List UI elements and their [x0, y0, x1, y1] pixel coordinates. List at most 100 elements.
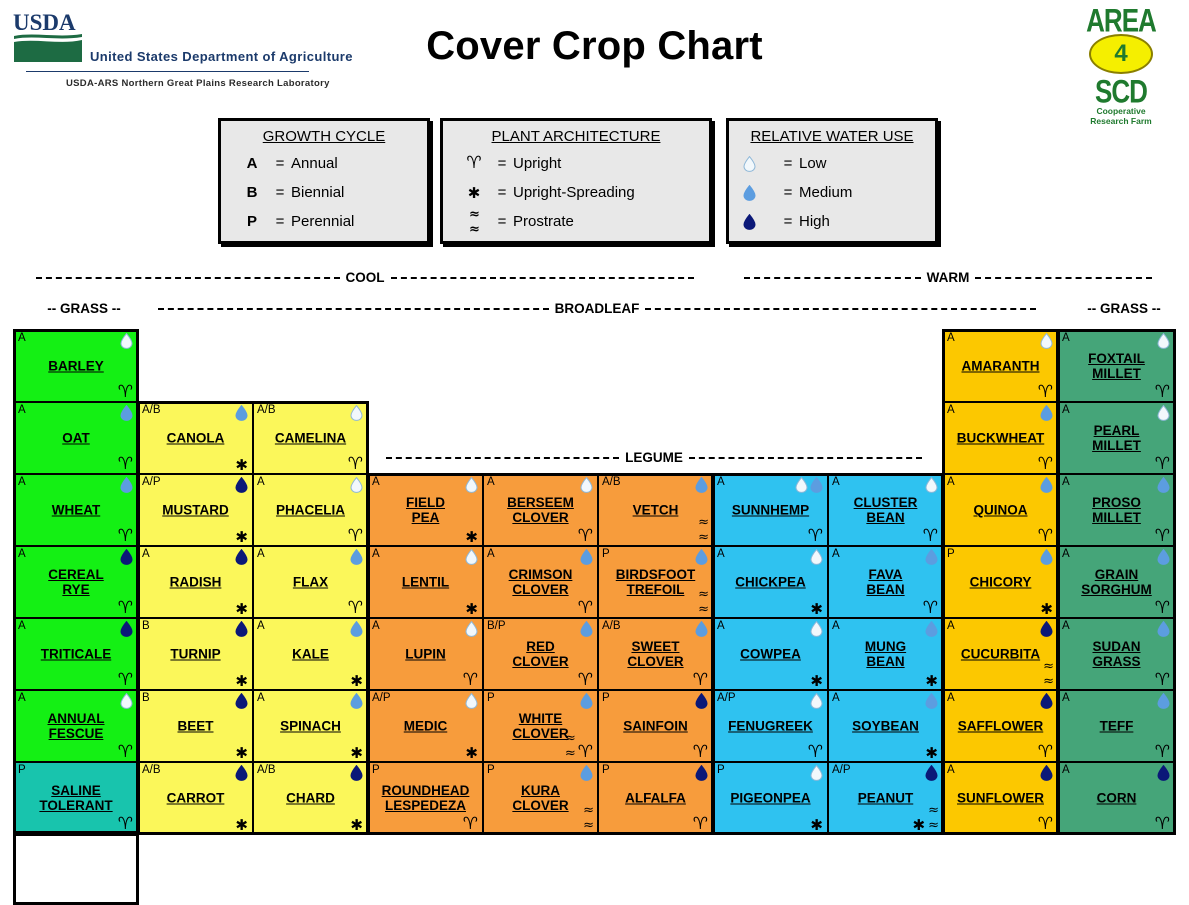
water-drop-medium-icon	[743, 184, 777, 201]
band-labels: COOL WARM -- GRASS -- BROADLEAF -- GRASS --	[0, 262, 1189, 324]
crop-cell[interactable]: A OAT ♈	[14, 402, 138, 474]
crop-name: AMARANTH	[961, 358, 1040, 374]
water-use-indicator	[120, 693, 133, 709]
crop-name: SALINE TOLERANT	[39, 783, 113, 813]
growth-cycle-label: A	[832, 692, 840, 704]
plant-architecture-indicator: ✱	[925, 745, 938, 761]
water-drop-medium-icon	[350, 549, 363, 565]
water-use-indicator	[1157, 477, 1170, 493]
crop-cell[interactable]: A CORN ♈	[1058, 762, 1175, 834]
usda-lab-name: USDA-ARS Northern Great Plains Research …	[66, 78, 330, 89]
crop-cell[interactable]: A ANNUAL FESCUE ♈	[14, 690, 138, 762]
crop-cell[interactable]: A/B CARROT ✱	[138, 762, 253, 834]
crop-name: FENUGREEK	[728, 718, 813, 734]
crop-cell[interactable]: B/P RED CLOVER ♈	[483, 618, 598, 690]
crop-cell[interactable]: A AMARANTH ♈	[943, 330, 1058, 402]
crop-cell[interactable]: P BIRDSFOOT TREFOIL ≈ ≈	[598, 546, 713, 618]
crop-cell[interactable]: A/B VETCH ≈ ≈	[598, 474, 713, 546]
crop-name: KURA CLOVER	[512, 783, 569, 813]
crop-cell[interactable]: P SALINE TOLERANT ♈	[14, 762, 138, 834]
crop-cell[interactable]: A CHICKPEA ✱	[713, 546, 828, 618]
growth-cycle-label: A/P	[832, 764, 851, 776]
water-use-indicator	[350, 693, 363, 709]
crop-cell[interactable]: A RADISH ✱	[138, 546, 253, 618]
plant-architecture-indicator: ♈	[118, 600, 133, 617]
crop-cell[interactable]: A COWPEA ✱	[713, 618, 828, 690]
plant-architecture-indicator: ♈	[1038, 384, 1053, 401]
crop-column-cool-legume-3: A/B VETCH ≈ ≈ P BIRDSFOOT TREFOIL ≈ ≈ A/B SWEET CLO…	[598, 474, 713, 834]
water-drop-low-icon	[810, 549, 823, 565]
upright-spreading-icon: ✱	[467, 183, 481, 202]
crop-name: SUNFLOWER	[957, 790, 1044, 806]
crop-cell[interactable]: A/P PEANUT ✱ ≈ ≈	[828, 762, 943, 834]
crop-cell[interactable]: B BEET ✱	[138, 690, 253, 762]
crop-cell[interactable]: A SUDAN GRASS ♈	[1058, 618, 1175, 690]
crop-cell[interactable]: A MUNG BEAN ✱	[828, 618, 943, 690]
crop-cell[interactable]: P ALFALFA ♈	[598, 762, 713, 834]
plant-architecture-indicator: ♈	[1038, 456, 1053, 473]
crop-cell[interactable]: A BERSEEM CLOVER ♈	[483, 474, 598, 546]
crop-cell[interactable]: A LENTIL ✱	[368, 546, 483, 618]
upright-icon: ♈	[1154, 814, 1170, 834]
crop-cell[interactable]: A LUPIN ♈	[368, 618, 483, 690]
crop-cell[interactable]: A SUNFLOWER ♈	[943, 762, 1058, 834]
crop-cell[interactable]: P PIGEONPEA ✱	[713, 762, 828, 834]
crop-cell[interactable]: A/B CAMELINA ♈	[253, 402, 368, 474]
crop-cell[interactable]: A GRAIN SORGHUM ♈	[1058, 546, 1175, 618]
band-type-2: -- GRASS --	[1068, 293, 1180, 324]
upright-spreading-icon: ✱	[235, 816, 248, 834]
crop-cell[interactable]: P SAINFOIN ♈	[598, 690, 713, 762]
plant-architecture-indicator: ✱	[350, 673, 363, 689]
crop-cell[interactable]: B TURNIP ✱	[138, 618, 253, 690]
crop-cell[interactable]: A/B CANOLA ✱	[138, 402, 253, 474]
crop-cell[interactable]: A BARLEY ♈	[14, 330, 138, 402]
crop-cell[interactable]: A SPINACH ✱	[253, 690, 368, 762]
legend-row-water-medium: = Medium	[743, 178, 921, 207]
crop-cell[interactable]: A SOYBEAN ✱	[828, 690, 943, 762]
crop-cell[interactable]: A/P MUSTARD ✱	[138, 474, 253, 546]
crop-cell[interactable]: A PEARL MILLET ♈	[1058, 402, 1175, 474]
crop-cell[interactable]: A SUNNHEMP ♈	[713, 474, 828, 546]
plant-architecture-indicator: ✱	[465, 529, 478, 545]
crop-cell[interactable]: P KURA CLOVER ≈ ≈	[483, 762, 598, 834]
crop-name: PHACELIA	[275, 502, 345, 518]
water-drop-high-icon	[120, 549, 133, 565]
crop-cell[interactable]: P CHICORY ✱	[943, 546, 1058, 618]
crop-cell[interactable]: A/P FENUGREEK ♈	[713, 690, 828, 762]
crop-cell[interactable]: A QUINOA ♈	[943, 474, 1058, 546]
band-dash	[688, 457, 923, 459]
crop-cell[interactable]: A SAFFLOWER ♈	[943, 690, 1058, 762]
crop-cell[interactable]: P ROUNDHEAD LESPEDEZA ♈	[368, 762, 483, 834]
water-use-indicator	[235, 405, 248, 421]
water-drop-medium-icon	[925, 549, 938, 565]
page-header: USDA United States Department of Agricul…	[0, 0, 1189, 126]
crop-cell[interactable]: A FLAX ♈	[253, 546, 368, 618]
crop-cell[interactable]: A/P MEDIC ✱	[368, 690, 483, 762]
crop-cell[interactable]: A TEFF ♈	[1058, 690, 1175, 762]
crop-cell[interactable]: A/B SWEET CLOVER ♈	[598, 618, 713, 690]
crop-cell[interactable]: A TRITICALE ♈	[14, 618, 138, 690]
crop-cell[interactable]: A WHEAT ♈	[14, 474, 138, 546]
crop-name: BUCKWHEAT	[956, 430, 1045, 446]
crop-cell[interactable]: A CEREAL RYE ♈	[14, 546, 138, 618]
crop-cell[interactable]: A PROSO MILLET ♈	[1058, 474, 1175, 546]
water-drop-high-icon	[235, 549, 248, 565]
crop-cell[interactable]: A/B CHARD ✱	[253, 762, 368, 834]
band-dash	[158, 307, 549, 310]
crop-cell[interactable]: A PHACELIA ♈	[253, 474, 368, 546]
crop-cell[interactable]: A FIELD PEA ✱	[368, 474, 483, 546]
crop-name: LENTIL	[401, 574, 450, 590]
crop-cell[interactable]: A CUCURBITA ≈ ≈	[943, 618, 1058, 690]
crop-cell[interactable]: A KALE ✱	[253, 618, 368, 690]
crop-cell[interactable]: A FOXTAIL MILLET ♈	[1058, 330, 1175, 402]
crop-cell[interactable]: P WHITE CLOVER ≈ ≈ ♈	[483, 690, 598, 762]
growth-cycle-label: A/P	[372, 692, 391, 704]
crop-cell[interactable]: A CLUSTER BEAN ♈	[828, 474, 943, 546]
prostrate-icon: ≈ ≈	[469, 206, 480, 237]
crop-cell[interactable]: A CRIMSON CLOVER ♈	[483, 546, 598, 618]
water-use-indicator	[350, 621, 363, 637]
water-use-indicator	[465, 621, 478, 637]
crop-cell[interactable]: A BUCKWHEAT ♈	[943, 402, 1058, 474]
crop-cell[interactable]: A FAVA BEAN ♈	[828, 546, 943, 618]
crop-column-cool-legume-2: A BERSEEM CLOVER ♈ A CRIMSON CLOVER ♈ B/P RED CLOV…	[483, 474, 598, 834]
